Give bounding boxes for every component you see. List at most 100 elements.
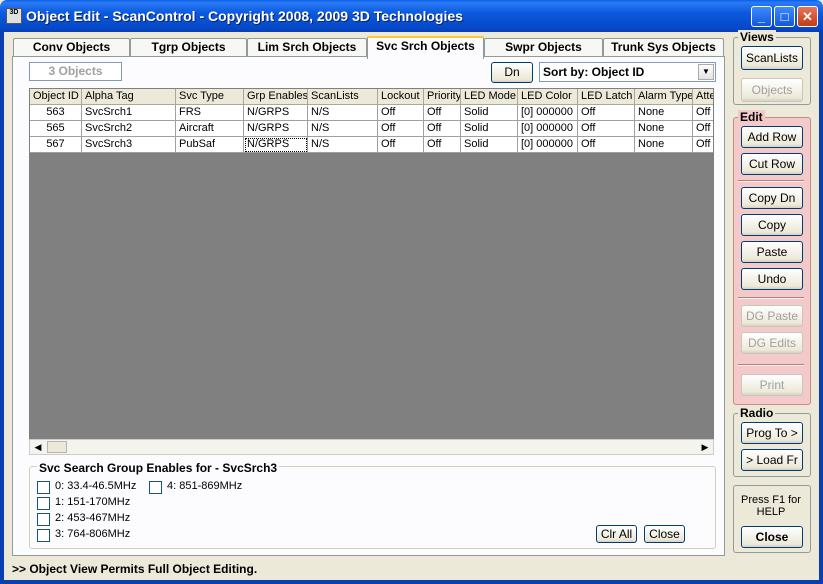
undo-button[interactable]: Undo bbox=[741, 268, 803, 290]
table-cell[interactable]: [0] 000000 bbox=[518, 137, 578, 153]
table-cell[interactable]: Off bbox=[578, 121, 635, 137]
copy-button[interactable]: Copy bbox=[741, 214, 803, 236]
table-cell[interactable]: N/S bbox=[308, 121, 378, 137]
tab-svc-srch-objects[interactable]: Svc Srch Objects bbox=[367, 36, 484, 59]
table-cell[interactable]: SvcSrch2 bbox=[82, 121, 176, 137]
table-cell[interactable]: Off bbox=[378, 105, 424, 121]
close-button[interactable]: Close bbox=[741, 526, 803, 548]
column-header[interactable]: Svc Type bbox=[176, 89, 244, 105]
column-header[interactable]: Lockout bbox=[378, 89, 424, 105]
table-row[interactable]: 567 SvcSrch3 PubSaf N/GRPS N/S Off Off Solid [0]… bbox=[30, 137, 713, 153]
help-text: Press F1 for HELP bbox=[741, 494, 801, 518]
dg-paste-button[interactable]: DG Paste bbox=[741, 305, 803, 327]
close-window-button[interactable]: ✕ bbox=[797, 6, 818, 27]
table-cell[interactable]: Aircraft bbox=[176, 121, 244, 137]
table-cell[interactable]: Off bbox=[424, 121, 461, 137]
table-cell[interactable]: Off bbox=[424, 105, 461, 121]
column-header[interactable]: Alpha Tag bbox=[82, 89, 176, 105]
maximize-button[interactable]: □ bbox=[774, 6, 795, 27]
table-cell[interactable]: Off bbox=[378, 137, 424, 153]
scroll-thumb[interactable] bbox=[47, 441, 67, 453]
add-row-button[interactable]: Add Row bbox=[741, 126, 803, 148]
objects-button[interactable]: Objects bbox=[741, 78, 803, 102]
objects-grid[interactable]: Object ID Alpha Tag Svc Type Grp Enables Sca… bbox=[29, 88, 714, 454]
group-3-checkbox[interactable] bbox=[37, 529, 50, 542]
table-cell[interactable]: Solid bbox=[461, 137, 518, 153]
group-2-checkbox[interactable] bbox=[37, 513, 50, 526]
tab-tgrp-objects[interactable]: Tgrp Objects bbox=[130, 38, 247, 57]
table-cell[interactable]: N/S bbox=[308, 105, 378, 121]
column-header[interactable]: LED Mode bbox=[461, 89, 518, 105]
tab-conv-objects[interactable]: Conv Objects bbox=[13, 38, 130, 57]
table-cell[interactable]: SvcSrch3 bbox=[82, 137, 176, 153]
table-cell[interactable]: None bbox=[635, 121, 693, 137]
print-button[interactable]: Print bbox=[741, 374, 803, 396]
group-1-checkbox[interactable] bbox=[37, 497, 50, 510]
table-cell[interactable]: None bbox=[635, 105, 693, 121]
maximize-icon: □ bbox=[780, 9, 789, 24]
minimize-icon: _ bbox=[757, 9, 766, 24]
table-cell[interactable]: Off bbox=[578, 137, 635, 153]
table-cell[interactable]: FRS bbox=[176, 105, 244, 121]
clr-all-button[interactable]: Clr All bbox=[596, 525, 637, 543]
table-cell[interactable]: SvcSrch1 bbox=[82, 105, 176, 121]
scroll-left-icon[interactable]: ◀ bbox=[30, 440, 46, 454]
group-2-label: 2: 453-467MHz bbox=[55, 512, 131, 524]
table-cell[interactable]: PubSaf bbox=[176, 137, 244, 153]
table-cell[interactable]: Solid bbox=[461, 121, 518, 137]
cut-row-button[interactable]: Cut Row bbox=[741, 153, 803, 175]
scanlists-button[interactable]: ScanLists bbox=[741, 46, 803, 70]
column-header[interactable]: Grp Enables bbox=[244, 89, 308, 105]
prog-to-button[interactable]: Prog To > bbox=[741, 422, 803, 444]
dn-button[interactable]: Dn bbox=[491, 62, 533, 83]
table-row[interactable]: 563 SvcSrch1 FRS N/GRPS N/S Off Off Solid [0] 00… bbox=[30, 105, 713, 121]
group-4-label: 4: 851-869MHz bbox=[167, 480, 243, 492]
load-fr-button[interactable]: > Load Fr bbox=[741, 449, 803, 471]
app-icon: 3D bbox=[6, 8, 22, 24]
sort-select[interactable]: Sort by: Object ID ▼ bbox=[539, 62, 716, 82]
table-cell[interactable]: [0] 000000 bbox=[518, 121, 578, 137]
table-cell[interactable]: 565 bbox=[30, 121, 82, 137]
group-close-button[interactable]: Close bbox=[644, 525, 685, 543]
minimize-button[interactable]: _ bbox=[751, 6, 772, 27]
table-cell[interactable]: Off bbox=[424, 137, 461, 153]
table-cell[interactable]: Off bbox=[693, 137, 713, 153]
column-header[interactable]: Priority bbox=[424, 89, 461, 105]
table-cell[interactable]: Off bbox=[693, 105, 713, 121]
column-header[interactable]: Object ID bbox=[30, 89, 82, 105]
table-cell[interactable]: N/GRPS bbox=[244, 121, 308, 137]
chevron-down-icon[interactable]: ▼ bbox=[698, 64, 714, 80]
copy-dn-button[interactable]: Copy Dn bbox=[741, 187, 803, 209]
group-4-checkbox[interactable] bbox=[149, 481, 162, 494]
table-cell[interactable]: Off bbox=[693, 121, 713, 137]
group-0-label: 0: 33.4-46.5MHz bbox=[55, 480, 137, 492]
column-header[interactable]: LED Latch bbox=[578, 89, 635, 105]
column-header[interactable]: Alarm Type bbox=[635, 89, 693, 105]
table-cell[interactable]: N/S bbox=[308, 137, 378, 153]
table-cell[interactable]: None bbox=[635, 137, 693, 153]
table-cell[interactable]: 567 bbox=[30, 137, 82, 153]
column-header[interactable]: Atte bbox=[693, 89, 713, 105]
scroll-right-icon[interactable]: ▶ bbox=[697, 440, 713, 454]
table-row[interactable]: 565 SvcSrch2 Aircraft N/GRPS N/S Off Off Solid[… bbox=[30, 121, 713, 137]
horizontal-scrollbar[interactable]: ◀ ▶ bbox=[29, 439, 714, 455]
group-0-checkbox[interactable] bbox=[37, 481, 50, 494]
table-cell[interactable]: N/GRPS bbox=[244, 105, 308, 121]
tab-lim-srch-objects[interactable]: Lim Srch Objects bbox=[247, 38, 367, 57]
tab-swpr-objects[interactable]: Swpr Objects bbox=[484, 38, 603, 57]
column-header[interactable]: ScanLists bbox=[308, 89, 378, 105]
paste-button[interactable]: Paste bbox=[741, 241, 803, 263]
dg-edits-button[interactable]: DG Edits bbox=[741, 332, 803, 354]
table-cell[interactable]: Off bbox=[578, 105, 635, 121]
table-cell[interactable]: N/GRPS bbox=[244, 137, 308, 153]
edit-label: Edit bbox=[738, 110, 765, 124]
column-header[interactable]: LED Color bbox=[518, 89, 578, 105]
table-cell[interactable]: [0] 000000 bbox=[518, 105, 578, 121]
tab-trunk-sys-objects[interactable]: Trunk Sys Objects bbox=[603, 38, 724, 57]
title-bar[interactable]: 3D Object Edit - ScanControl - Copyright… bbox=[0, 0, 823, 32]
table-cell[interactable]: 563 bbox=[30, 105, 82, 121]
table-cell[interactable]: Off bbox=[378, 121, 424, 137]
edit-separator bbox=[738, 297, 804, 299]
table-cell[interactable]: Solid bbox=[461, 105, 518, 121]
status-bar-text: >> Object View Permits Full Object Editi… bbox=[12, 562, 258, 576]
